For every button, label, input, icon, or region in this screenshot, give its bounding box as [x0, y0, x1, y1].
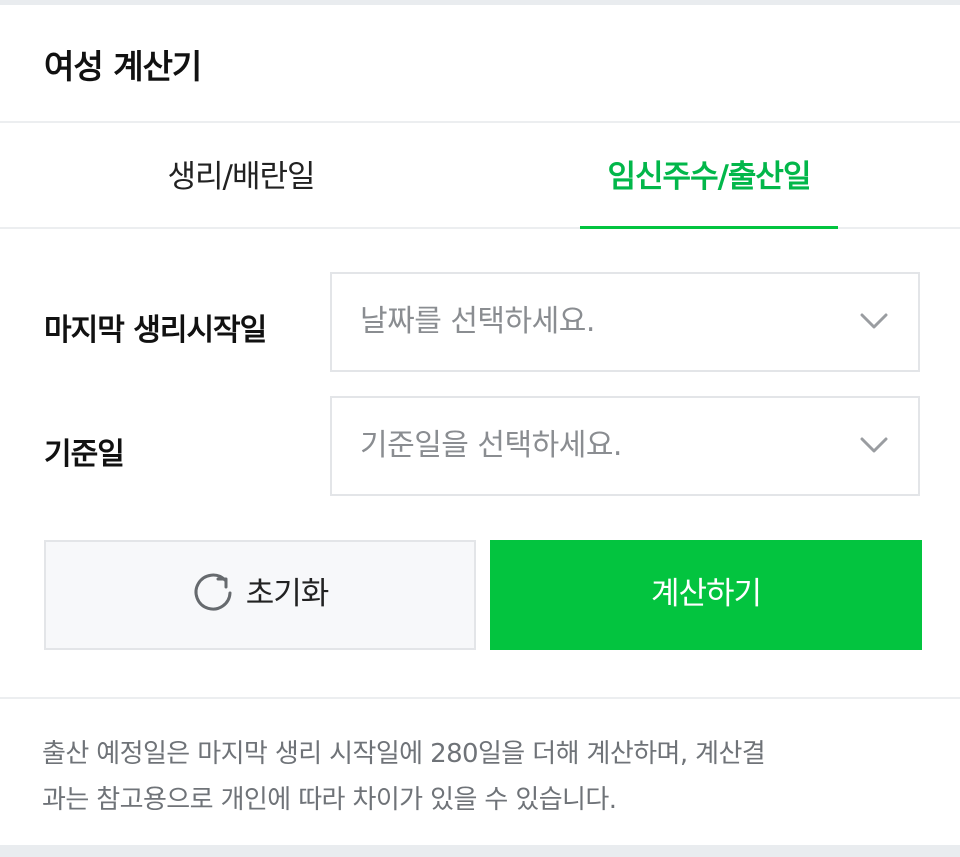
- tab-pregnancy-due-date-label: 임신주수/출산일: [607, 159, 812, 195]
- refresh-icon: [194, 573, 232, 610]
- calculate-button[interactable]: 계산하기: [490, 540, 922, 650]
- header: 여성 계산기: [0, 5, 960, 123]
- last-period-label: 마지막 생리시작일: [44, 313, 267, 348]
- reference-date-label: 기준일: [44, 437, 125, 472]
- page-title: 여성 계산기: [44, 47, 202, 86]
- calculator-card: 여성 계산기 생리/배란일 임신주수/출산일 마지막 생리시작일 날짜를 선택하…: [0, 5, 960, 845]
- last-period-placeholder: 날짜를 선택하세요.: [360, 304, 595, 339]
- disclaimer-line-1: 출산 예정일은 마지막 생리 시작일에 280일을 더해 계산하며, 계산결: [42, 739, 766, 769]
- reference-date-select[interactable]: 기준일을 선택하세요.: [330, 396, 920, 496]
- tab-period-ovulation[interactable]: 생리/배란일: [96, 123, 386, 227]
- disclaimer-note: 출산 예정일은 마지막 생리 시작일에 280일을 더해 계산하며, 계산결 과…: [42, 731, 922, 823]
- active-tab-indicator: [580, 226, 838, 229]
- tab-pregnancy-due-date[interactable]: 임신주수/출산일: [580, 123, 838, 229]
- reset-button[interactable]: 초기화: [44, 540, 476, 650]
- reset-button-label: 초기화: [245, 576, 330, 612]
- chevron-down-icon: [860, 313, 888, 329]
- last-period-select[interactable]: 날짜를 선택하세요.: [330, 272, 920, 372]
- calculate-button-label: 계산하기: [650, 576, 762, 612]
- disclaimer-line-2: 과는 참고용으로 개인에 따라 차이가 있을 수 있습니다.: [42, 785, 617, 815]
- chevron-down-icon: [860, 437, 888, 453]
- reference-date-placeholder: 기준일을 선택하세요.: [360, 428, 622, 463]
- section-divider: [0, 697, 960, 699]
- tab-bar: 생리/배란일 임신주수/출산일: [0, 123, 960, 229]
